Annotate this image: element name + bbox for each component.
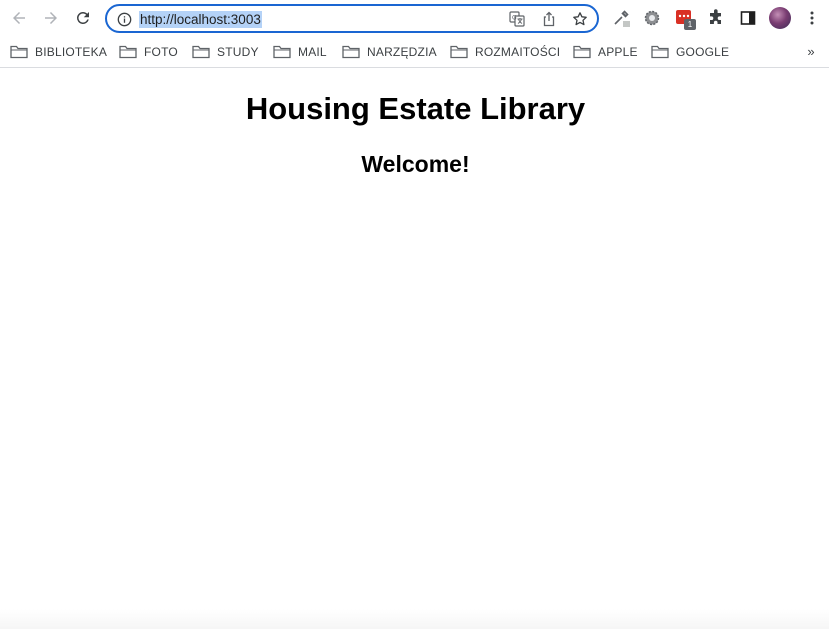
bookmark-folder-biblioteka[interactable]: BIBLIOTEKA (10, 42, 107, 62)
share-icon[interactable] (540, 10, 558, 28)
folder-icon (119, 45, 137, 59)
folder-icon (573, 45, 591, 59)
bookmark-label: BIBLIOTEKA (35, 45, 108, 59)
arrow-left-icon (13, 12, 25, 24)
side-panel-icon[interactable] (737, 7, 759, 29)
bottom-fade (0, 609, 829, 629)
back-button[interactable] (7, 6, 31, 30)
bookmark-folder-study[interactable]: STUDY (192, 42, 259, 62)
bookmark-label: ROZMAITOŚCI (475, 45, 561, 59)
welcome-heading: Welcome! (361, 151, 470, 177)
reload-icon (76, 11, 89, 24)
bookmark-folder-foto[interactable]: FOTO (119, 42, 178, 62)
eyedropper-extension-icon[interactable] (610, 7, 632, 29)
folder-icon (342, 45, 360, 59)
bookmark-folder-google[interactable]: GOOGLE (651, 42, 729, 62)
bookmark-folder-narzedzia[interactable]: NARZĘDZIA (342, 42, 437, 62)
red-extension-icon[interactable]: 1 (673, 7, 696, 30)
translate-icon[interactable]: G (508, 10, 526, 28)
address-bar[interactable]: http://localhost:3003 G (105, 4, 599, 33)
bookmark-label: GOOGLE (676, 45, 730, 59)
arrow-right-icon (45, 12, 57, 24)
extension-badge: 1 (684, 19, 696, 30)
svg-text:G: G (512, 15, 517, 22)
profile-avatar[interactable] (769, 7, 791, 29)
bookmark-label: MAIL (298, 45, 327, 59)
menu-kebab-icon[interactable] (801, 7, 823, 29)
gear-extension-icon[interactable] (641, 7, 663, 29)
reload-button[interactable] (71, 6, 95, 30)
bookmark-label: NARZĘDZIA (367, 45, 437, 59)
bookmark-folder-rozmaitosci[interactable]: ROZMAITOŚCI (450, 42, 560, 62)
bookmark-label: APPLE (598, 45, 638, 59)
folder-icon (273, 45, 291, 59)
url-text[interactable]: http://localhost:3003 (139, 11, 262, 28)
folder-icon (450, 45, 468, 59)
page-title: Housing Estate Library (245, 91, 586, 126)
folder-icon (10, 45, 28, 59)
bookmarks-overflow-button[interactable]: » (803, 45, 819, 61)
bookmark-folder-mail[interactable]: MAIL (273, 42, 327, 62)
site-info-icon[interactable] (116, 11, 132, 27)
forward-button[interactable] (39, 6, 63, 30)
puzzle-extensions-icon[interactable] (705, 7, 727, 29)
bookmarks-bar: BIBLIOTEKA FOTO STUDY MAIL NARZĘDZIA ROZ… (0, 36, 829, 68)
folder-icon (192, 45, 210, 59)
page-content: Housing Estate Library Welcome! (0, 69, 829, 629)
bookmark-star-icon[interactable] (571, 10, 589, 28)
bookmark-label: STUDY (217, 45, 259, 59)
browser-toolbar: http://localhost:3003 G 1 (0, 0, 829, 36)
bookmark-folder-apple[interactable]: APPLE (573, 42, 638, 62)
folder-icon (651, 45, 669, 59)
bookmark-label: FOTO (144, 45, 178, 59)
